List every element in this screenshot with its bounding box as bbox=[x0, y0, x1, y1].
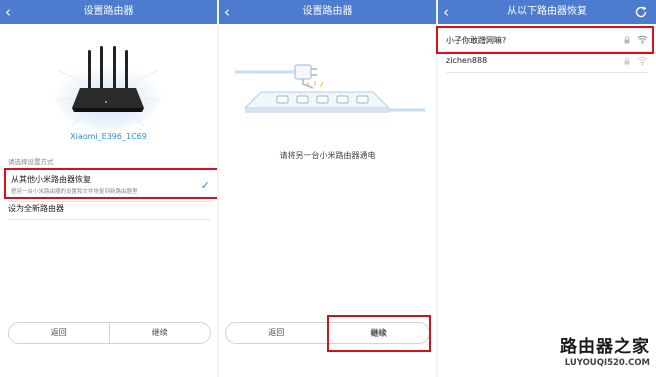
option-description: 把另一台小米路由器的设置和文件恢复到新路由器里 bbox=[11, 189, 138, 195]
continue-button[interactable]: 继续 bbox=[110, 323, 211, 343]
continue-button-label: 继续 bbox=[371, 329, 387, 338]
divider bbox=[446, 72, 648, 73]
wifi-ssid: zichen888 bbox=[446, 56, 488, 65]
page-title: 设置路由器 bbox=[83, 6, 134, 17]
wifi-network-item[interactable]: zichen888 bbox=[438, 51, 656, 71]
lock-icon bbox=[624, 36, 630, 44]
back-button[interactable]: 返回 bbox=[9, 323, 110, 343]
page-title: 设置路由器 bbox=[302, 6, 353, 17]
back-button[interactable]: 返回 bbox=[226, 323, 328, 343]
lock-icon bbox=[624, 57, 630, 65]
header-bar: ‹ 设置路由器 bbox=[219, 0, 436, 24]
wifi-ssid: 小子你敢蹭网嘛? bbox=[446, 36, 507, 45]
wifi-icon bbox=[637, 35, 648, 44]
new-router-option[interactable]: 设为全新路由器 bbox=[8, 203, 64, 214]
continue-button-highlighted[interactable]: 继续 bbox=[327, 315, 431, 352]
watermark: 路由器之家 LUYOUQI520.COM bbox=[532, 337, 650, 373]
power-strip-illustration bbox=[235, 64, 425, 113]
power-on-hint: 请将另一台小米路由器通电 bbox=[279, 151, 376, 160]
setup-screen-power-on: ‹ 设置路由器 请将另一台小米路由器通电 返回 继续 继续 bbox=[219, 0, 436, 377]
wifi-network-item[interactable]: 小子你敢蹭网嘛? bbox=[438, 30, 656, 50]
router-image bbox=[54, 46, 162, 129]
wifi-icon bbox=[637, 56, 648, 65]
header-bar: ‹ 设置路由器 bbox=[0, 0, 217, 24]
divider bbox=[8, 219, 211, 220]
device-name: Xiaomi_E396_1C69 bbox=[70, 132, 147, 141]
check-icon: ✓ bbox=[200, 179, 210, 192]
section-label: 请选择设置方式 bbox=[8, 158, 54, 166]
divider bbox=[8, 201, 211, 202]
option-title: 从其他小米路由器恢复 bbox=[11, 175, 91, 184]
restore-from-router-option[interactable]: 从其他小米路由器恢复 把另一台小米路由器的设置和文件恢复到新路由器里 ✓ bbox=[4, 168, 217, 199]
setup-screen-choose-method: ‹ 设置路由器 Xiaomi_E396_1C69 请选择设置方式 从其他小米路由… bbox=[0, 0, 217, 377]
refresh-icon[interactable] bbox=[634, 5, 648, 19]
restore-from-router-list: ‹ 从以下路由器恢复 小子你敢蹭网嘛? zichen888 bbox=[438, 0, 656, 377]
header-bar: ‹ 从以下路由器恢复 bbox=[438, 0, 656, 24]
page-title: 从以下路由器恢复 bbox=[507, 6, 587, 17]
button-group: 返回 继续 bbox=[8, 322, 211, 344]
watermark-text: 路由器之家 bbox=[560, 337, 650, 357]
watermark-url: LUYOUQI520.COM bbox=[564, 358, 650, 368]
